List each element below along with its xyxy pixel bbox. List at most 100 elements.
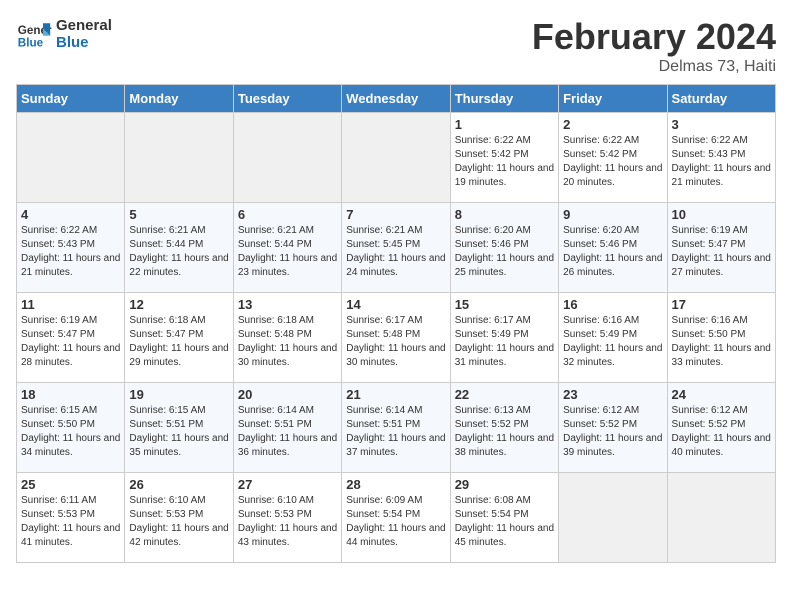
calendar-cell: 12 Sunrise: 6:18 AMSunset: 5:47 PMDayligh… bbox=[125, 293, 233, 383]
calendar-cell: 5 Sunrise: 6:21 AMSunset: 5:44 PMDaylight… bbox=[125, 203, 233, 293]
calendar-cell: 7Sunrise: 6:21 AMSunset: 5:45 PMDaylight… bbox=[342, 203, 450, 293]
calendar-cell: 4Sunrise: 6:22 AMSunset: 5:43 PMDaylight… bbox=[17, 203, 125, 293]
calendar-week-row: 11 Sunrise: 6:19 AMSunset: 5:47 PMDayligh… bbox=[17, 293, 776, 383]
calendar-week-row: 18 Sunrise: 6:15 AMSunset: 5:50 PMDayligh… bbox=[17, 383, 776, 473]
day-info: Sunrise: 6:21 AMSunset: 5:44 PMDaylight:… bbox=[129, 224, 228, 280]
calendar-cell: 16 Sunrise: 6:16 AMSunset: 5:49 PMDayligh… bbox=[559, 293, 667, 383]
day-info: Sunrise: 6:18 AMSunset: 5:48 PMDaylight:… bbox=[238, 314, 337, 370]
day-info: Sunrise: 6:14 AMSunset: 5:51 PMDaylight:… bbox=[346, 404, 445, 460]
day-info: Sunrise: 6:20 AMSunset: 5:46 PMDaylight:… bbox=[563, 224, 662, 280]
day-number: 2 bbox=[563, 117, 662, 132]
calendar-cell: 19 Sunrise: 6:15 AMSunset: 5:51 PMDayligh… bbox=[125, 383, 233, 473]
calendar-cell bbox=[17, 113, 125, 203]
day-number: 10 bbox=[672, 207, 771, 222]
calendar-cell: 20 Sunrise: 6:14 AMSunset: 5:51 PMDayligh… bbox=[233, 383, 341, 473]
weekday-header-wednesday: Wednesday bbox=[342, 85, 450, 113]
day-number: 27 bbox=[238, 477, 337, 492]
day-info: Sunrise: 6:19 AMSunset: 5:47 PMDaylight:… bbox=[672, 224, 771, 280]
day-info: Sunrise: 6:21 AMSunset: 5:44 PMDaylight:… bbox=[238, 224, 337, 280]
calendar-cell: 25 Sunrise: 6:11 AMSunset: 5:53 PMDayligh… bbox=[17, 473, 125, 563]
calendar-cell: 29Sunrise: 6:08 AMSunset: 5:54 PMDayligh… bbox=[450, 473, 558, 563]
day-number: 3 bbox=[672, 117, 771, 132]
day-info: Sunrise: 6:10 AMSunset: 5:53 PMDaylight:… bbox=[129, 494, 228, 550]
day-number: 25 bbox=[21, 477, 120, 492]
calendar-cell: 11 Sunrise: 6:19 AMSunset: 5:47 PMDayligh… bbox=[17, 293, 125, 383]
calendar-cell: 21 Sunrise: 6:14 AMSunset: 5:51 PMDayligh… bbox=[342, 383, 450, 473]
calendar-cell: 10 Sunrise: 6:19 AMSunset: 5:47 PMDayligh… bbox=[667, 203, 775, 293]
day-number: 7 bbox=[346, 207, 445, 222]
calendar-cell bbox=[667, 473, 775, 563]
calendar-cell: 13 Sunrise: 6:18 AMSunset: 5:48 PMDayligh… bbox=[233, 293, 341, 383]
calendar-cell: 8Sunrise: 6:20 AMSunset: 5:46 PMDaylight… bbox=[450, 203, 558, 293]
day-number: 9 bbox=[563, 207, 662, 222]
day-number: 22 bbox=[455, 387, 554, 402]
day-number: 16 bbox=[563, 297, 662, 312]
day-number: 14 bbox=[346, 297, 445, 312]
logo-icon: General Blue bbox=[16, 16, 52, 52]
day-number: 26 bbox=[129, 477, 228, 492]
day-info: Sunrise: 6:12 AMSunset: 5:52 PMDaylight:… bbox=[672, 404, 771, 460]
day-info: Sunrise: 6:19 AMSunset: 5:47 PMDaylight:… bbox=[21, 314, 120, 370]
day-number: 28 bbox=[346, 477, 445, 492]
day-number: 20 bbox=[238, 387, 337, 402]
calendar-cell: 1 Sunrise: 6:22 AMSunset: 5:42 PMDaylight… bbox=[450, 113, 558, 203]
day-info: Sunrise: 6:14 AMSunset: 5:51 PMDaylight:… bbox=[238, 404, 337, 460]
day-info: Sunrise: 6:22 AMSunset: 5:42 PMDaylight:… bbox=[563, 134, 662, 190]
day-info: Sunrise: 6:22 AMSunset: 5:43 PMDaylight:… bbox=[672, 134, 771, 190]
day-number: 24 bbox=[672, 387, 771, 402]
calendar-table: SundayMondayTuesdayWednesdayThursdayFrid… bbox=[16, 84, 776, 563]
calendar-cell: 3 Sunrise: 6:22 AMSunset: 5:43 PMDaylight… bbox=[667, 113, 775, 203]
day-number: 12 bbox=[129, 297, 228, 312]
weekday-header-row: SundayMondayTuesdayWednesdayThursdayFrid… bbox=[17, 85, 776, 113]
weekday-header-friday: Friday bbox=[559, 85, 667, 113]
calendar-cell: 6Sunrise: 6:21 AMSunset: 5:44 PMDaylight… bbox=[233, 203, 341, 293]
calendar-cell: 2 Sunrise: 6:22 AMSunset: 5:42 PMDaylight… bbox=[559, 113, 667, 203]
month-title: February 2024 bbox=[532, 16, 776, 58]
day-info: Sunrise: 6:22 AMSunset: 5:42 PMDaylight:… bbox=[455, 134, 554, 190]
calendar-cell: 24 Sunrise: 6:12 AMSunset: 5:52 PMDayligh… bbox=[667, 383, 775, 473]
logo: General Blue General Blue bbox=[16, 16, 112, 52]
day-info: Sunrise: 6:11 AMSunset: 5:53 PMDaylight:… bbox=[21, 494, 120, 550]
calendar-cell: 9 Sunrise: 6:20 AMSunset: 5:46 PMDaylight… bbox=[559, 203, 667, 293]
logo-general-text: General bbox=[56, 17, 112, 34]
day-number: 1 bbox=[455, 117, 554, 132]
calendar-cell: 28 Sunrise: 6:09 AMSunset: 5:54 PMDayligh… bbox=[342, 473, 450, 563]
day-number: 21 bbox=[346, 387, 445, 402]
day-info: Sunrise: 6:16 AMSunset: 5:49 PMDaylight:… bbox=[563, 314, 662, 370]
calendar-cell: 23 Sunrise: 6:12 AMSunset: 5:52 PMDayligh… bbox=[559, 383, 667, 473]
day-info: Sunrise: 6:15 AMSunset: 5:50 PMDaylight:… bbox=[21, 404, 120, 460]
day-number: 15 bbox=[455, 297, 554, 312]
day-info: Sunrise: 6:12 AMSunset: 5:52 PMDaylight:… bbox=[563, 404, 662, 460]
calendar-week-row: 1 Sunrise: 6:22 AMSunset: 5:42 PMDaylight… bbox=[17, 113, 776, 203]
calendar-cell bbox=[125, 113, 233, 203]
day-info: Sunrise: 6:22 AMSunset: 5:43 PMDaylight:… bbox=[21, 224, 120, 280]
day-info: Sunrise: 6:17 AMSunset: 5:48 PMDaylight:… bbox=[346, 314, 445, 370]
day-number: 19 bbox=[129, 387, 228, 402]
weekday-header-tuesday: Tuesday bbox=[233, 85, 341, 113]
day-info: Sunrise: 6:13 AMSunset: 5:52 PMDaylight:… bbox=[455, 404, 554, 460]
weekday-header-saturday: Saturday bbox=[667, 85, 775, 113]
weekday-header-thursday: Thursday bbox=[450, 85, 558, 113]
day-number: 13 bbox=[238, 297, 337, 312]
calendar-cell: 14 Sunrise: 6:17 AMSunset: 5:48 PMDayligh… bbox=[342, 293, 450, 383]
title-block: February 2024 Delmas 73, Haiti bbox=[532, 16, 776, 76]
day-number: 18 bbox=[21, 387, 120, 402]
day-number: 23 bbox=[563, 387, 662, 402]
calendar-week-row: 25 Sunrise: 6:11 AMSunset: 5:53 PMDayligh… bbox=[17, 473, 776, 563]
calendar-week-row: 4Sunrise: 6:22 AMSunset: 5:43 PMDaylight… bbox=[17, 203, 776, 293]
day-info: Sunrise: 6:15 AMSunset: 5:51 PMDaylight:… bbox=[129, 404, 228, 460]
day-number: 11 bbox=[21, 297, 120, 312]
weekday-header-monday: Monday bbox=[125, 85, 233, 113]
day-info: Sunrise: 6:10 AMSunset: 5:53 PMDaylight:… bbox=[238, 494, 337, 550]
page-header: General Blue General Blue February 2024 … bbox=[16, 16, 776, 76]
calendar-cell: 26 Sunrise: 6:10 AMSunset: 5:53 PMDayligh… bbox=[125, 473, 233, 563]
calendar-cell: 22 Sunrise: 6:13 AMSunset: 5:52 PMDayligh… bbox=[450, 383, 558, 473]
day-info: Sunrise: 6:18 AMSunset: 5:47 PMDaylight:… bbox=[129, 314, 228, 370]
day-number: 5 bbox=[129, 207, 228, 222]
svg-text:Blue: Blue bbox=[18, 37, 44, 50]
day-info: Sunrise: 6:16 AMSunset: 5:50 PMDaylight:… bbox=[672, 314, 771, 370]
calendar-cell: 17Sunrise: 6:16 AMSunset: 5:50 PMDayligh… bbox=[667, 293, 775, 383]
day-info: Sunrise: 6:09 AMSunset: 5:54 PMDaylight:… bbox=[346, 494, 445, 550]
day-info: Sunrise: 6:17 AMSunset: 5:49 PMDaylight:… bbox=[455, 314, 554, 370]
day-info: Sunrise: 6:08 AMSunset: 5:54 PMDaylight:… bbox=[455, 494, 554, 550]
